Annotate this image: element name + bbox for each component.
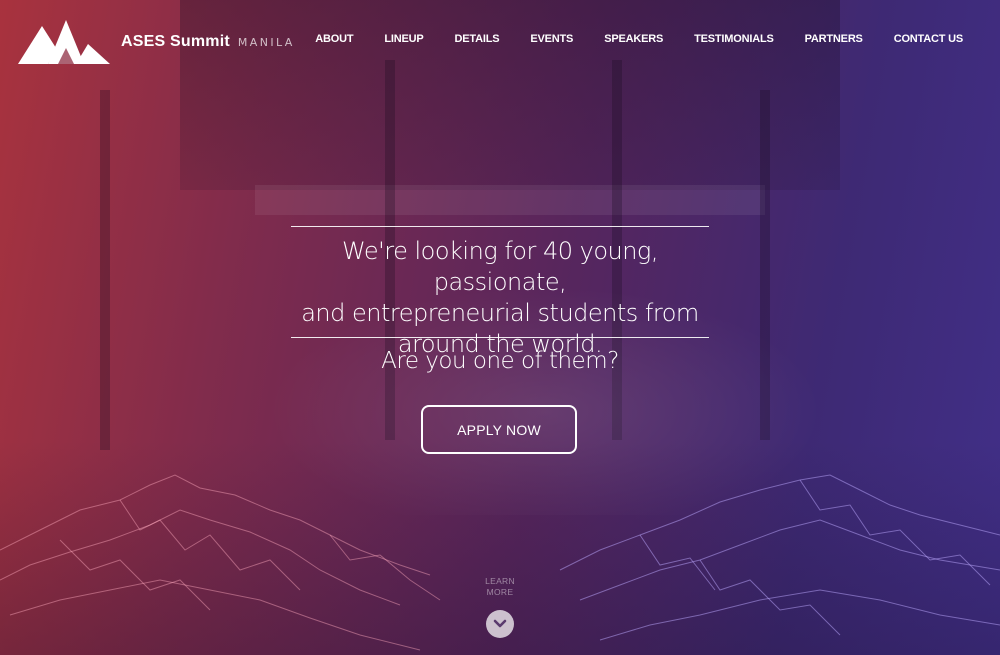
main-nav: ABOUT LINEUP DETAILS EVENTS SPEAKERS TES… [315, 33, 963, 45]
background-pillar [100, 90, 110, 450]
headline-line: and entrepreneurial students from [301, 299, 699, 327]
background-photo-roof [180, 0, 840, 190]
brand-city: MANILA [237, 36, 295, 49]
nav-events[interactable]: EVENTS [530, 33, 573, 45]
nav-testimonials[interactable]: TESTIMONIALS [694, 33, 774, 45]
nav-lineup[interactable]: LINEUP [384, 33, 423, 45]
nav-about[interactable]: ABOUT [315, 33, 353, 45]
hero-headline: We're looking for 40 young, passionate, … [280, 236, 720, 360]
nav-partners[interactable]: PARTNERS [805, 33, 863, 45]
nav-contact-us[interactable]: CONTACT US [894, 33, 963, 45]
learn-more-line: LEARN [485, 576, 515, 586]
headline-line: We're looking for 40 young, passionate, [342, 237, 658, 296]
nav-speakers[interactable]: SPEAKERS [604, 33, 663, 45]
logo-mountain-icon[interactable] [18, 18, 110, 66]
apply-now-button[interactable]: APPLY NOW [421, 405, 577, 454]
chevron-down-icon[interactable] [486, 610, 514, 638]
brand[interactable]: ASES Summit MANILA [121, 33, 295, 51]
learn-more-line: MORE [486, 587, 514, 597]
nav-details[interactable]: DETAILS [455, 33, 500, 45]
background-photo-band [255, 185, 765, 215]
chevron-down-glyph [493, 619, 507, 628]
brand-name: ASES Summit [121, 33, 230, 50]
hero-question: Are you one of them? [381, 348, 619, 374]
divider-bottom [291, 337, 709, 338]
learn-more-label[interactable]: LEARN MORE [470, 576, 530, 598]
divider-top [291, 226, 709, 227]
